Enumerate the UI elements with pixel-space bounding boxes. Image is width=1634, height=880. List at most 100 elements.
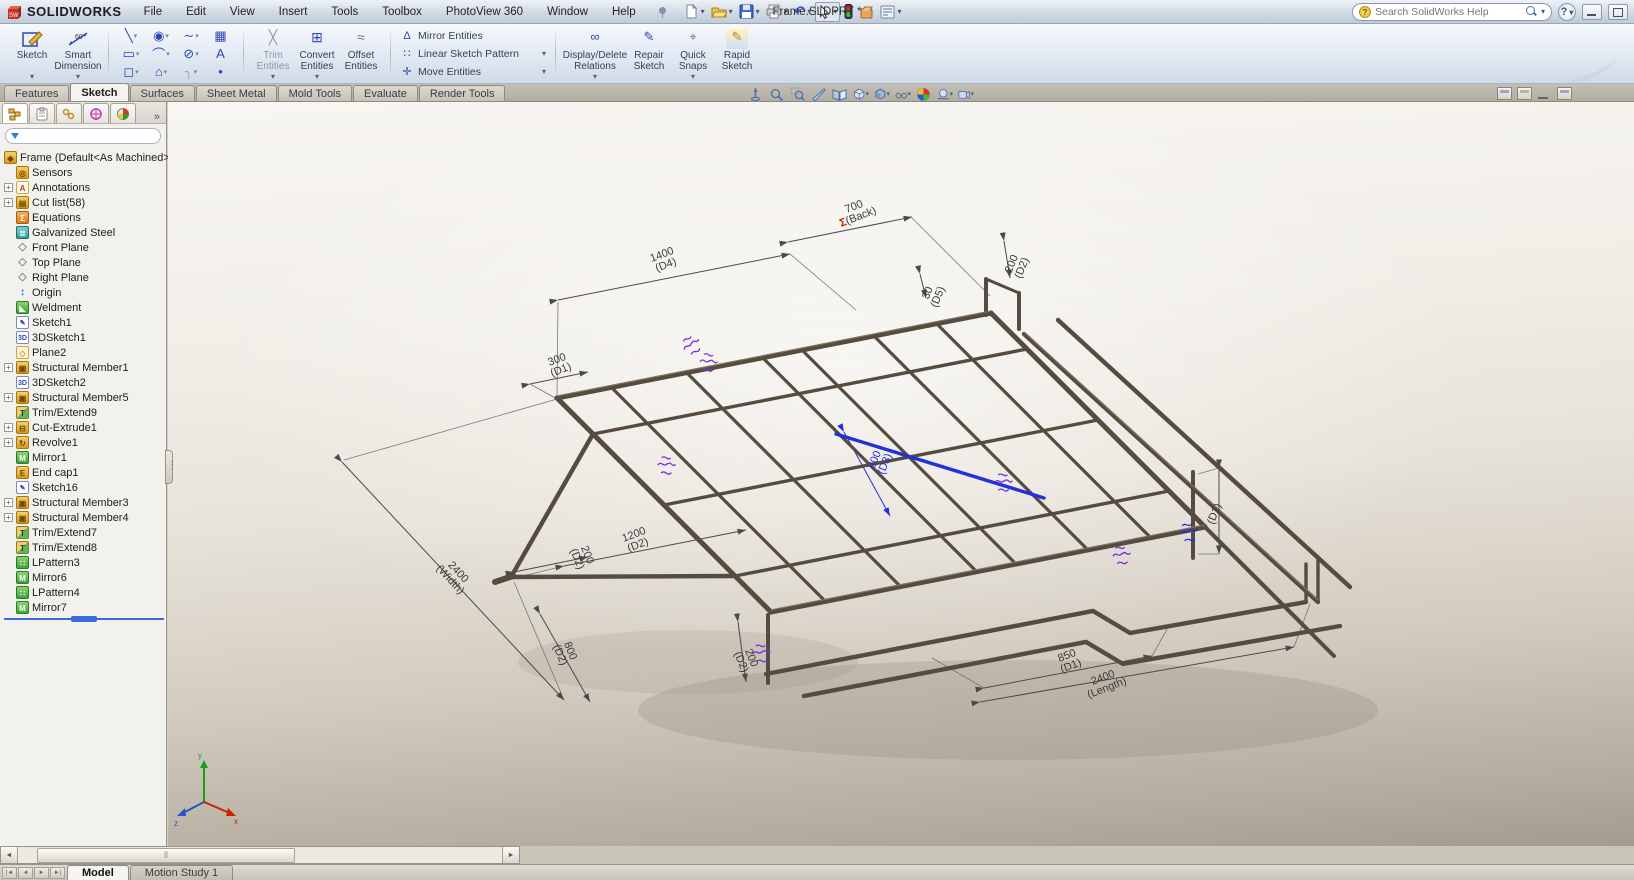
configurationmanager-tab[interactable] bbox=[56, 103, 82, 123]
menu-item-view[interactable]: View bbox=[218, 0, 267, 23]
study-tab-model[interactable]: Model bbox=[67, 865, 129, 880]
tree-item-revolve1[interactable]: ↻ Revolve1 bbox=[2, 435, 166, 450]
expand-toggle[interactable] bbox=[4, 438, 13, 447]
tree-item-structural-member1[interactable]: ▣ Structural Member1 bbox=[2, 360, 166, 375]
propertymanager-tab[interactable] bbox=[29, 103, 55, 123]
tree-filter-box[interactable] bbox=[5, 128, 161, 144]
open-button[interactable] bbox=[709, 2, 735, 22]
tree-item-weldment[interactable]: ◣ Weldment bbox=[2, 300, 166, 315]
tree-item-trim-extend9[interactable]: T Trim/Extend9 bbox=[2, 405, 166, 420]
study-tab-motion-study-1[interactable]: Motion Study 1 bbox=[130, 865, 233, 880]
menu-item-file[interactable]: File bbox=[132, 0, 175, 23]
expand-toggle[interactable] bbox=[4, 363, 13, 372]
menu-item-insert[interactable]: Insert bbox=[267, 0, 320, 23]
last-tab-button[interactable] bbox=[50, 867, 65, 879]
menu-item-toolbox[interactable]: Toolbox bbox=[370, 0, 434, 23]
entity-slot-tool[interactable]: ◻ bbox=[116, 63, 146, 81]
viewport-split-icon[interactable] bbox=[1517, 87, 1532, 100]
expand-toggle[interactable] bbox=[4, 393, 13, 402]
select-button[interactable] bbox=[815, 2, 840, 22]
tab-surfaces[interactable]: Surfaces bbox=[130, 85, 195, 101]
displaymanager-tab[interactable] bbox=[110, 103, 136, 123]
print-button[interactable] bbox=[764, 2, 790, 22]
rebuild-button[interactable] bbox=[842, 2, 855, 22]
search-icon[interactable] bbox=[1526, 6, 1537, 17]
horizontal-scrollbar[interactable] bbox=[0, 846, 520, 864]
entity-ellipse-tool[interactable]: ⊘ bbox=[176, 45, 206, 63]
more-tabs-chevron[interactable]: » bbox=[154, 111, 166, 123]
tree-item-sensors[interactable]: ◎ Sensors bbox=[2, 165, 166, 180]
rapid-sketch-button[interactable]: ✎ Rapid Sketch bbox=[715, 26, 759, 82]
orientation-icon[interactable] bbox=[748, 86, 764, 102]
entity-spline-tool[interactable]: ∼ bbox=[176, 27, 206, 45]
sketch-button[interactable]: Sketch ▾ bbox=[9, 26, 55, 82]
zoom-to-area-icon[interactable] bbox=[790, 86, 806, 102]
section-view-icon[interactable] bbox=[832, 86, 848, 102]
dimxpertmanager-tab[interactable] bbox=[83, 103, 109, 123]
menu-item-tools[interactable]: Tools bbox=[319, 0, 370, 23]
offset-entities-button[interactable]: ≈ Offset Entities bbox=[339, 26, 383, 82]
menu-item-photoview-360[interactable]: PhotoView 360 bbox=[434, 0, 535, 23]
mirror-entities-button[interactable]: Δ Mirror Entities bbox=[398, 28, 548, 44]
tree-item-3dsketch1[interactable]: 3D 3DSketch1 bbox=[2, 330, 166, 345]
menu-item-edit[interactable]: Edit bbox=[174, 0, 218, 23]
expand-toggle[interactable] bbox=[4, 513, 13, 522]
help-search-box[interactable]: ? ▾ bbox=[1352, 3, 1552, 21]
expand-toggle[interactable] bbox=[4, 423, 13, 432]
dropdown-arrow[interactable]: ▾ bbox=[691, 72, 695, 82]
viewport-layout-icon[interactable] bbox=[1497, 87, 1512, 100]
new-document-button[interactable] bbox=[682, 2, 707, 22]
scroll-right-button[interactable] bbox=[502, 847, 519, 863]
dropdown-arrow[interactable]: ▾ bbox=[30, 72, 34, 82]
tab-mold-tools[interactable]: Mold Tools bbox=[278, 85, 352, 101]
tree-item-origin[interactable]: ↕ Origin bbox=[2, 285, 166, 300]
tab-render-tools[interactable]: Render Tools bbox=[419, 85, 506, 101]
tree-item-3dsketch2[interactable]: 3D 3DSketch2 bbox=[2, 375, 166, 390]
options-button[interactable] bbox=[878, 2, 903, 22]
tree-item-trim-extend7[interactable]: T Trim/Extend7 bbox=[2, 525, 166, 540]
convert-entities-button[interactable]: ⊞ Convert Entities ▾ bbox=[295, 26, 339, 82]
pushpin-icon[interactable] bbox=[656, 5, 670, 19]
expand-toggle[interactable] bbox=[4, 198, 13, 207]
tree-item-plane2[interactable]: ◇ Plane2 bbox=[2, 345, 166, 360]
scrollbar-thumb[interactable] bbox=[37, 848, 295, 863]
save-button[interactable] bbox=[737, 2, 762, 22]
doc-minimize-button[interactable] bbox=[1537, 87, 1552, 100]
entity-circle-tool[interactable]: ◉ bbox=[146, 27, 176, 45]
linear-sketch-pattern-button[interactable]: ∷ Linear Sketch Pattern ▾ bbox=[398, 46, 548, 62]
quick-snaps-button[interactable]: ⌖ Quick Snaps ▾ bbox=[671, 26, 715, 82]
display-delete-relations-button[interactable]: ∞ Display/Delete Relations ▾ bbox=[563, 26, 627, 82]
tree-item-structural-member5[interactable]: ▣ Structural Member5 bbox=[2, 390, 166, 405]
edit-color-button[interactable] bbox=[857, 2, 876, 22]
apply-scene-icon[interactable] bbox=[937, 86, 953, 102]
dropdown-arrow[interactable]: ▾ bbox=[76, 72, 80, 82]
restore-button[interactable] bbox=[1608, 4, 1628, 20]
dropdown-arrow[interactable]: ▾ bbox=[315, 72, 319, 82]
dropdown-arrow[interactable]: ▾ bbox=[593, 72, 597, 82]
entity-sketch-picture-tool[interactable]: ▦ bbox=[206, 27, 236, 45]
graphics-viewport[interactable]: yxz 700Σ(Back)1400(D4)200(D2)30(D5)300(D… bbox=[168, 102, 1634, 846]
entity-point-tool[interactable]: • bbox=[206, 63, 236, 81]
tab-evaluate[interactable]: Evaluate bbox=[353, 85, 418, 101]
next-tab-button[interactable] bbox=[34, 867, 49, 879]
previous-tab-button[interactable] bbox=[18, 867, 33, 879]
tree-item-lpattern4[interactable]: ∷ LPattern4 bbox=[2, 585, 166, 600]
view-orientation-icon[interactable] bbox=[853, 86, 869, 102]
tree-item-trim-extend8[interactable]: T Trim/Extend8 bbox=[2, 540, 166, 555]
tree-item-mirror1[interactable]: M Mirror1 bbox=[2, 450, 166, 465]
tree-item-end-cap1[interactable]: E End cap1 bbox=[2, 465, 166, 480]
scroll-left-button[interactable] bbox=[1, 847, 18, 863]
dropdown-arrow[interactable]: ▾ bbox=[542, 49, 546, 58]
entity-polygon-tool[interactable]: ⌂ bbox=[146, 63, 176, 81]
tree-item-mirror6[interactable]: M Mirror6 bbox=[2, 570, 166, 585]
dropdown-arrow[interactable]: ▾ bbox=[542, 67, 546, 76]
repair-sketch-button[interactable]: ✎ Repair Sketch bbox=[627, 26, 671, 82]
tree-item-galvanized-steel[interactable]: ≣ Galvanized Steel bbox=[2, 225, 166, 240]
minimize-button[interactable] bbox=[1582, 4, 1602, 20]
tree-item-sketch16[interactable]: ✎ Sketch16 bbox=[2, 480, 166, 495]
first-tab-button[interactable] bbox=[2, 867, 17, 879]
entity-fillet-tool[interactable]: ╮ bbox=[176, 63, 206, 81]
tree-item-top-plane[interactable]: ◇ Top Plane bbox=[2, 255, 166, 270]
camera-views-icon[interactable] bbox=[958, 86, 974, 102]
tree-item-structural-member3[interactable]: ▣ Structural Member3 bbox=[2, 495, 166, 510]
